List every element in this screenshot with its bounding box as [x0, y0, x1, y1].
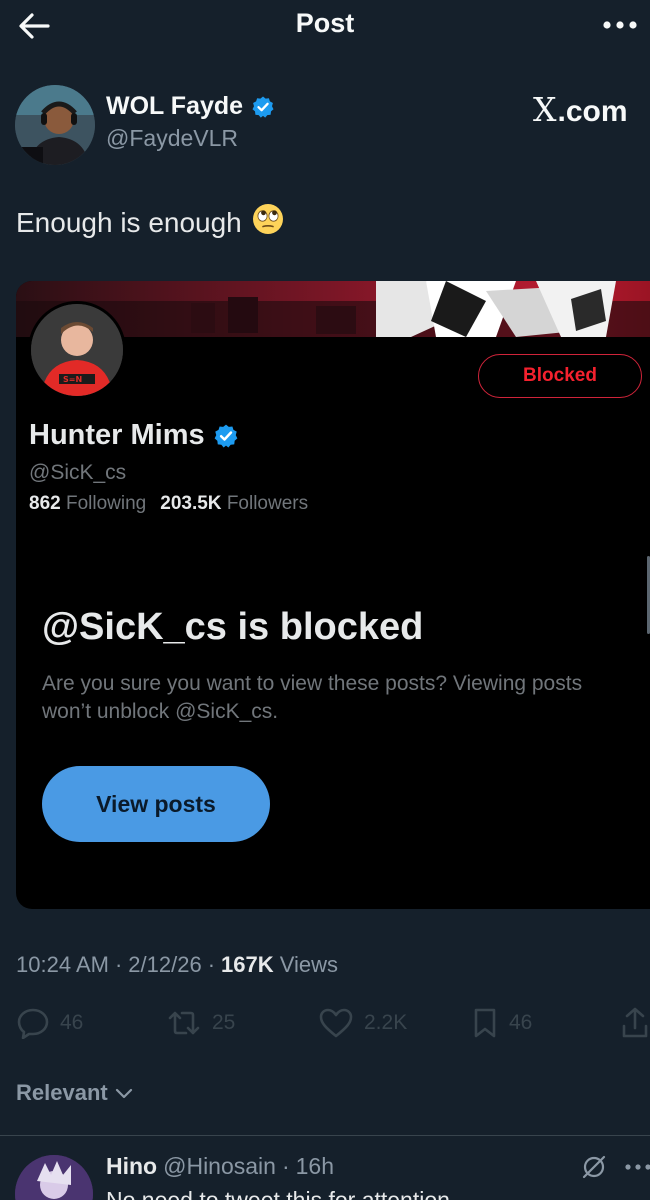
- like-count: 2.2K: [364, 1011, 408, 1034]
- like-button[interactable]: 2.2K: [318, 1005, 407, 1041]
- post-text: Enough is enough: [16, 203, 284, 242]
- verified-badge-icon: [252, 96, 274, 118]
- more-dots-icon[interactable]: [624, 1163, 650, 1171]
- reply-author-name[interactable]: Hino: [106, 1153, 157, 1180]
- share-icon: [622, 1007, 648, 1038]
- sort-label: Relevant: [16, 1080, 108, 1105]
- blocked-title: @SicK_cs is blocked: [42, 606, 424, 648]
- post-time: 10:24 AM: [16, 952, 109, 977]
- x-logo-icon: X: [533, 90, 557, 129]
- reply-avatar-image: [15, 1155, 93, 1200]
- sort-replies-button[interactable]: Relevant: [16, 1080, 134, 1106]
- follow-stats: 862 Following 203.5K Followers: [29, 493, 308, 515]
- embedded-profile-card: S=N Blocked Hunter Mims @SicK_cs 862 Fol…: [16, 281, 650, 909]
- author-name-text: WOL Fayde: [106, 92, 244, 120]
- page-title: Post: [295, 8, 355, 38]
- blocked-description: Are you sure you want to view these post…: [42, 672, 583, 723]
- repost-count: 25: [212, 1011, 236, 1034]
- embedded-profile-handle: @SicK_cs: [29, 461, 127, 484]
- chevron-down-icon: [115, 1088, 132, 1099]
- more-options-button[interactable]: [598, 10, 642, 40]
- separator-dot: ·: [114, 952, 123, 977]
- following-stat: 862 Following: [29, 493, 147, 514]
- reply-avatar[interactable]: [15, 1155, 93, 1200]
- reply-button[interactable]: 46: [16, 1005, 83, 1041]
- view-posts-button[interactable]: View posts: [42, 766, 270, 842]
- action-bar: 46 25 2.2K 46: [16, 1005, 650, 1041]
- reply-text: No need to tweet this for attention: [106, 1187, 450, 1200]
- followers-stat: 203.5K Followers: [160, 493, 309, 514]
- heart-icon: [319, 1008, 353, 1038]
- svg-text:S=N: S=N: [63, 375, 82, 384]
- separator-dot: ·: [207, 952, 216, 977]
- reply-author-handle[interactable]: @Hinosain: [163, 1153, 276, 1180]
- bookmark-button[interactable]: 46: [471, 1005, 532, 1041]
- bookmark-icon: [474, 1008, 496, 1038]
- top-bar: Post: [0, 0, 650, 52]
- post-views[interactable]: 167K Views: [221, 952, 338, 978]
- author-avatar[interactable]: [15, 85, 95, 165]
- bookmark-count: 46: [509, 1011, 533, 1034]
- reply-icons: [580, 1153, 650, 1181]
- embedded-avatar-image: S=N: [31, 304, 123, 396]
- embedded-profile-name-text: Hunter Mims: [29, 419, 205, 451]
- author-name[interactable]: WOL Fayde: [106, 92, 275, 121]
- verified-badge-icon: [214, 424, 238, 447]
- x-watermark: X .com: [533, 90, 628, 129]
- share-button[interactable]: [620, 1005, 650, 1041]
- blocked-button[interactable]: Blocked: [478, 354, 642, 398]
- post-date: 2/12/26: [128, 952, 202, 977]
- post-meta: 10:24 AM · 2/12/26 · 167K Views: [16, 952, 338, 978]
- more-dots-icon: [603, 21, 637, 29]
- reply-icon: [17, 1008, 49, 1039]
- reply-count: 46: [60, 1011, 84, 1034]
- repost-icon: [168, 1011, 200, 1035]
- avatar-image: [15, 85, 95, 165]
- embedded-profile-avatar: S=N: [28, 301, 126, 399]
- x-watermark-text: .com: [557, 95, 628, 128]
- reply-header: Hino @Hinosain · 16h: [106, 1153, 334, 1180]
- eye-roll-emoji-icon: [252, 203, 284, 242]
- repost-button[interactable]: 25: [166, 1005, 235, 1041]
- post-text-content: Enough is enough: [16, 206, 242, 238]
- embedded-profile-name: Hunter Mims: [29, 419, 239, 452]
- author-handle[interactable]: @FaydeVLR: [106, 125, 238, 152]
- grok-icon[interactable]: [580, 1153, 608, 1181]
- divider: [0, 1135, 650, 1136]
- separator-dot: ·: [281, 1153, 290, 1179]
- reply-time: 16h: [295, 1153, 334, 1179]
